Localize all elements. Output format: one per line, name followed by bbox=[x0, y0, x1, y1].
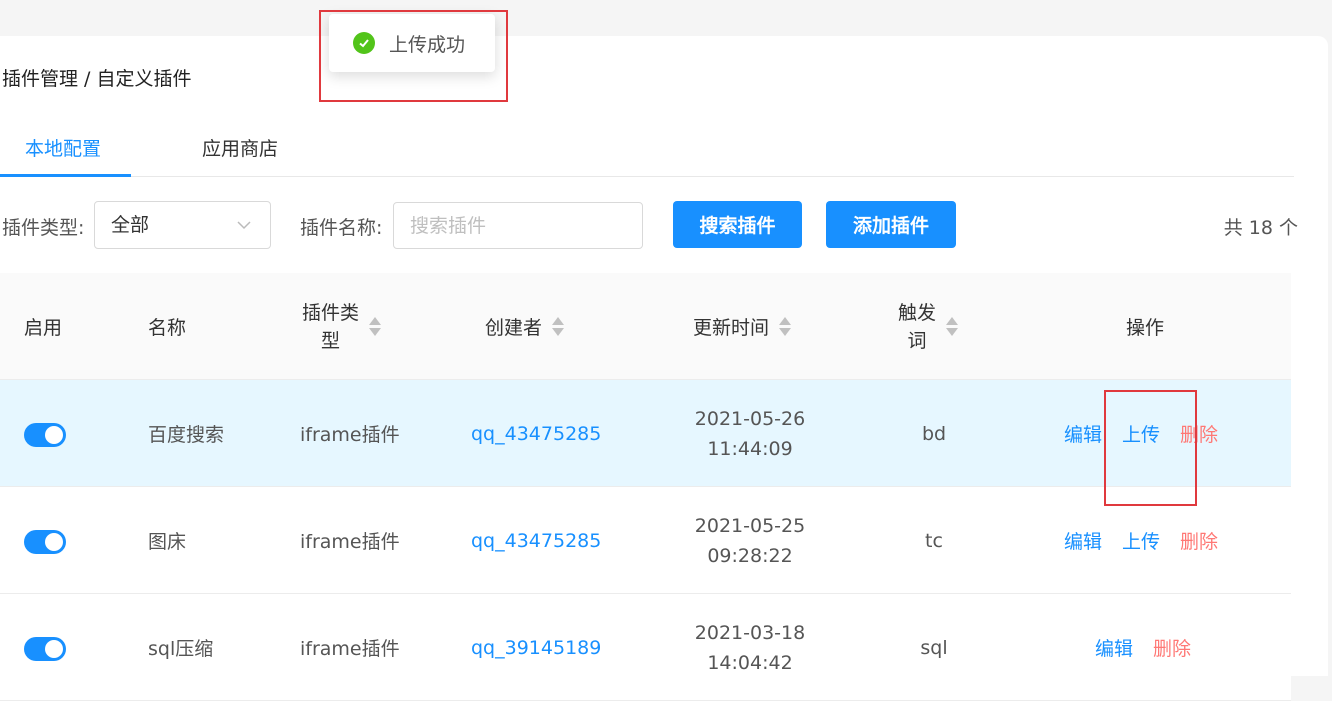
table-row: 图床 iframe插件 qq_43475285 2021-05-25 09:28… bbox=[0, 487, 1291, 594]
plugin-type: iframe插件 bbox=[300, 424, 400, 446]
switch-knob bbox=[45, 426, 63, 444]
updated-date: 2021-05-25 bbox=[694, 514, 806, 537]
enable-switch[interactable] bbox=[24, 637, 66, 661]
plugin-name-label: 插件名称: bbox=[300, 217, 383, 239]
header-actions: 操作 bbox=[1126, 317, 1165, 339]
creator-link[interactable]: qq_43475285 bbox=[471, 487, 601, 594]
add-plugin-button[interactable]: 添加插件 bbox=[826, 201, 956, 248]
plugin-type: iframe插件 bbox=[300, 531, 400, 553]
switch-knob bbox=[45, 533, 63, 551]
edit-button[interactable]: 编辑 bbox=[1064, 420, 1102, 447]
header-trigger-line2: 词 bbox=[907, 329, 927, 352]
edit-button[interactable]: 编辑 bbox=[1095, 634, 1133, 661]
creator-link[interactable]: qq_43475285 bbox=[471, 380, 601, 487]
tab-local-config[interactable]: 本地配置 bbox=[25, 134, 101, 161]
plugin-search-input[interactable] bbox=[393, 202, 643, 249]
chevron-down-icon bbox=[237, 221, 251, 230]
table-header: 启用 名称 插件类 型 创建者 更新时间 触发 词 操作 bbox=[0, 273, 1291, 380]
row-actions: 编辑 上传 删除 bbox=[1064, 380, 1218, 487]
header-plugin-type-line2: 型 bbox=[321, 329, 341, 352]
plugin-table: 启用 名称 插件类 型 创建者 更新时间 触发 词 操作 百度搜索 iframe… bbox=[0, 273, 1291, 701]
breadcrumb: 插件管理 / 自定义插件 bbox=[2, 68, 192, 90]
sort-icon[interactable] bbox=[779, 317, 792, 336]
plugin-type-label: 插件类型: bbox=[2, 217, 85, 239]
search-plugin-button[interactable]: 搜索插件 bbox=[673, 201, 802, 248]
delete-button[interactable]: 删除 bbox=[1180, 420, 1218, 447]
trigger-word: bd bbox=[921, 422, 947, 445]
tab-app-store[interactable]: 应用商店 bbox=[202, 134, 278, 161]
upload-button[interactable]: 上传 bbox=[1122, 420, 1160, 447]
updated-date: 2021-05-26 bbox=[694, 407, 806, 430]
header-enabled: 启用 bbox=[24, 317, 63, 339]
header-name: 名称 bbox=[148, 317, 187, 339]
updated-time: 2021-03-18 14:04:42 bbox=[680, 594, 820, 701]
header-trigger[interactable]: 触发 词 bbox=[898, 273, 959, 380]
plugin-type: iframe插件 bbox=[300, 638, 400, 660]
sort-icon[interactable] bbox=[552, 317, 565, 336]
updated-clock: 09:28:22 bbox=[707, 544, 793, 567]
switch-knob bbox=[45, 640, 63, 658]
trigger-word: tc bbox=[925, 529, 943, 552]
plugin-name: 百度搜索 bbox=[148, 424, 225, 446]
header-plugin-type[interactable]: 插件类 型 bbox=[302, 273, 382, 380]
plugin-type-value: 全部 bbox=[111, 214, 150, 236]
header-trigger-line1: 触发 bbox=[898, 301, 937, 324]
enable-switch[interactable] bbox=[24, 423, 66, 447]
success-toast: 上传成功 bbox=[329, 14, 495, 72]
updated-time: 2021-05-25 09:28:22 bbox=[680, 487, 820, 594]
plugin-type-select[interactable]: 全部 bbox=[94, 201, 271, 249]
row-actions: 编辑 上传 删除 bbox=[1064, 487, 1218, 594]
header-updated[interactable]: 更新时间 bbox=[693, 273, 792, 380]
header-creator-label: 创建者 bbox=[485, 317, 543, 339]
header-creator[interactable]: 创建者 bbox=[485, 273, 565, 380]
sort-icon[interactable] bbox=[369, 317, 382, 336]
table-row: sql压缩 iframe插件 qq_39145189 2021-03-18 14… bbox=[0, 594, 1291, 701]
plugin-name: 图床 bbox=[148, 531, 187, 553]
header-updated-label: 更新时间 bbox=[693, 317, 770, 339]
toast-message: 上传成功 bbox=[389, 33, 466, 56]
enable-switch[interactable] bbox=[24, 530, 66, 554]
updated-date: 2021-03-18 bbox=[694, 621, 806, 644]
tab-bar: 本地配置 应用商店 bbox=[0, 126, 1294, 177]
trigger-word: sql bbox=[920, 636, 948, 659]
row-actions: 编辑 删除 bbox=[1095, 594, 1191, 701]
header-plugin-type-line1: 插件类 bbox=[302, 301, 360, 324]
upload-button[interactable]: 上传 bbox=[1122, 527, 1160, 554]
delete-button[interactable]: 删除 bbox=[1153, 634, 1191, 661]
updated-time: 2021-05-26 11:44:09 bbox=[680, 380, 820, 487]
sort-icon[interactable] bbox=[946, 317, 959, 336]
updated-clock: 11:44:09 bbox=[707, 437, 793, 460]
edit-button[interactable]: 编辑 bbox=[1064, 527, 1102, 554]
creator-link[interactable]: qq_39145189 bbox=[471, 594, 601, 701]
check-circle-icon bbox=[353, 32, 375, 54]
table-row: 百度搜索 iframe插件 qq_43475285 2021-05-26 11:… bbox=[0, 380, 1291, 487]
updated-clock: 14:04:42 bbox=[707, 651, 793, 674]
plugin-name: sql压缩 bbox=[148, 638, 214, 660]
tab-active-indicator bbox=[0, 174, 131, 177]
delete-button[interactable]: 删除 bbox=[1180, 527, 1218, 554]
total-count: 共 18 个 bbox=[1223, 217, 1298, 239]
